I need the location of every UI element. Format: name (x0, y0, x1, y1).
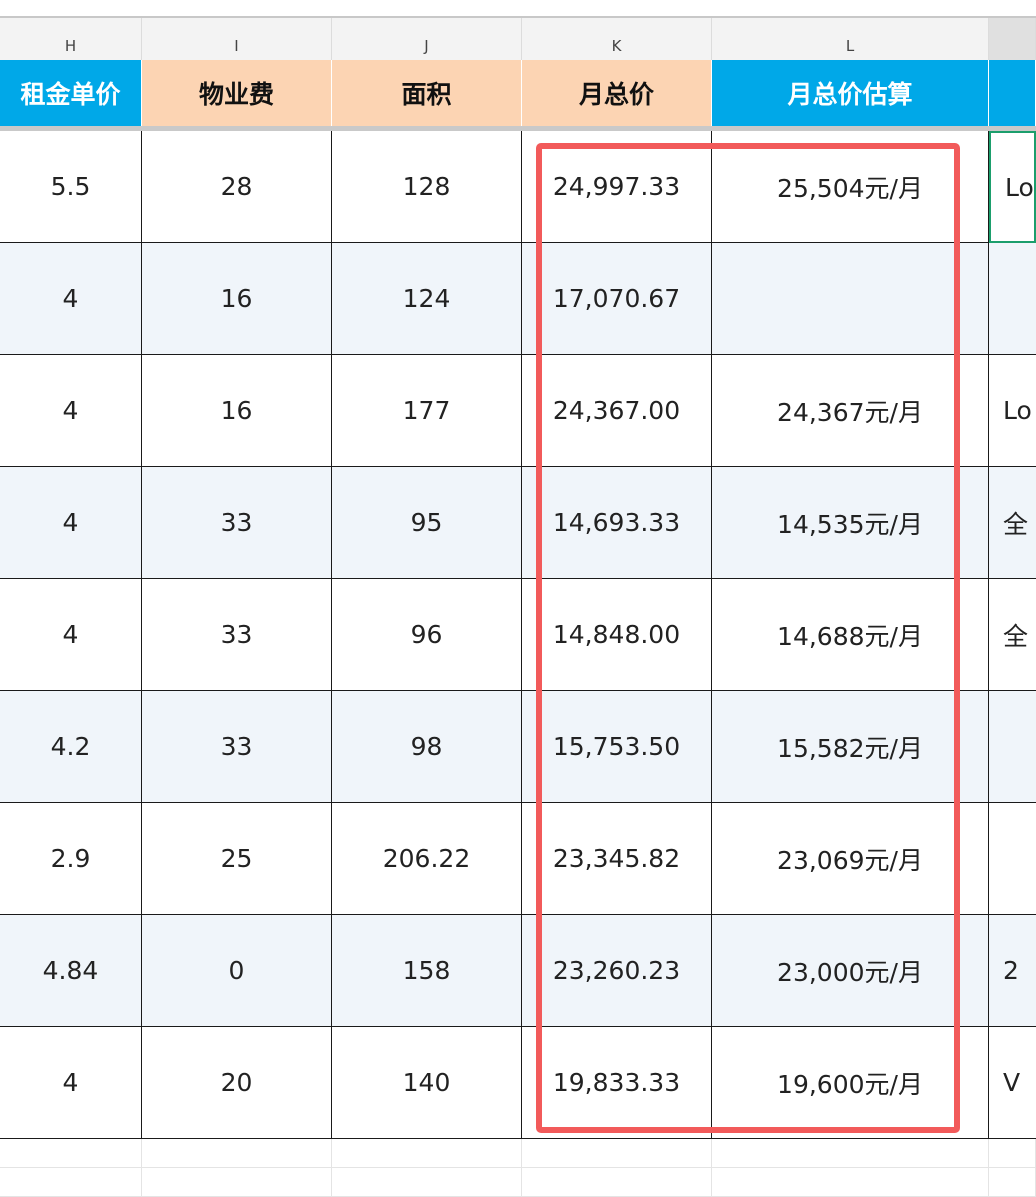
column-header-l[interactable]: L (712, 18, 989, 60)
cell-h-row5[interactable]: 4 (0, 579, 142, 691)
cell-h-row4[interactable]: 4 (0, 467, 142, 579)
cell-l-row7[interactable]: 23,069元/月 (712, 803, 989, 915)
cell-k-row4[interactable]: 14,693.33 (522, 467, 712, 579)
cell-m-row2[interactable] (989, 243, 1036, 355)
cell-k-row8[interactable]: 23,260.23 (522, 915, 712, 1027)
cell-h-row7[interactable]: 2.9 (0, 803, 142, 915)
cell-m-row8[interactable]: 2 (989, 915, 1036, 1027)
header-cell-m[interactable] (989, 60, 1036, 126)
cell-m-row9[interactable]: V (989, 1027, 1036, 1139)
header-cell-l[interactable]: 月总价估算 (712, 60, 989, 126)
cell-i-row9[interactable]: 20 (142, 1027, 332, 1139)
cell-k-row7[interactable]: 23,345.82 (522, 803, 712, 915)
empty-cell[interactable] (142, 1139, 332, 1168)
cell-m-row7[interactable] (989, 803, 1036, 915)
column-header-j[interactable]: J (332, 18, 522, 60)
cell-j-row1[interactable]: 128 (332, 131, 522, 243)
header-cell-j[interactable]: 面积 (332, 60, 522, 126)
cell-m-row3[interactable]: Lo (989, 355, 1036, 467)
cell-h-row9[interactable]: 4 (0, 1027, 142, 1139)
empty-cell[interactable] (989, 1139, 1036, 1168)
cell-i-row4[interactable]: 33 (142, 467, 332, 579)
cell-k-row9[interactable]: 19,833.33 (522, 1027, 712, 1139)
cell-m-row4[interactable]: 全 (989, 467, 1036, 579)
cell-k-row3[interactable]: 24,367.00 (522, 355, 712, 467)
column-header-i[interactable]: I (142, 18, 332, 60)
cell-i-row5[interactable]: 33 (142, 579, 332, 691)
cell-h-row1[interactable]: 5.5 (0, 131, 142, 243)
cell-k-row5[interactable]: 14,848.00 (522, 579, 712, 691)
cell-i-row1[interactable]: 28 (142, 131, 332, 243)
cell-m-row6[interactable] (989, 691, 1036, 803)
cell-l-row2[interactable] (712, 243, 989, 355)
cell-h-row6[interactable]: 4.2 (0, 691, 142, 803)
column-header-m[interactable] (989, 18, 1036, 60)
header-cell-h[interactable]: 租金单价 (0, 60, 142, 126)
cell-h-row8[interactable]: 4.84 (0, 915, 142, 1027)
cell-j-row4[interactable]: 95 (332, 467, 522, 579)
empty-cell[interactable] (0, 1168, 142, 1197)
cell-k-row2[interactable]: 17,070.67 (522, 243, 712, 355)
empty-cell[interactable] (522, 1139, 712, 1168)
cell-j-row6[interactable]: 98 (332, 691, 522, 803)
cell-l-row9[interactable]: 19,600元/月 (712, 1027, 989, 1139)
cell-h-row2[interactable]: 4 (0, 243, 142, 355)
cell-j-row9[interactable]: 140 (332, 1027, 522, 1139)
cell-j-row2[interactable]: 124 (332, 243, 522, 355)
cell-i-row6[interactable]: 33 (142, 691, 332, 803)
header-cell-k[interactable]: 月总价 (522, 60, 712, 126)
cell-i-row8[interactable]: 0 (142, 915, 332, 1027)
empty-cell[interactable] (989, 1168, 1036, 1197)
cell-i-row2[interactable]: 16 (142, 243, 332, 355)
empty-cell[interactable] (712, 1139, 989, 1168)
cell-k-row6[interactable]: 15,753.50 (522, 691, 712, 803)
cell-l-row4[interactable]: 14,535元/月 (712, 467, 989, 579)
cell-j-row3[interactable]: 177 (332, 355, 522, 467)
cell-k-row1[interactable]: 24,997.33 (522, 131, 712, 243)
column-header-h[interactable]: H (0, 18, 142, 60)
header-cell-i[interactable]: 物业费 (142, 60, 332, 126)
cell-j-row7[interactable]: 206.22 (332, 803, 522, 915)
empty-cell[interactable] (332, 1168, 522, 1197)
empty-cell[interactable] (142, 1168, 332, 1197)
column-header-k[interactable]: K (522, 18, 712, 60)
cell-m-row1[interactable]: Log (989, 131, 1036, 243)
cell-l-row1[interactable]: 25,504元/月 (712, 131, 989, 243)
cell-l-row8[interactable]: 23,000元/月 (712, 915, 989, 1027)
cell-i-row3[interactable]: 16 (142, 355, 332, 467)
cell-l-row3[interactable]: 24,367元/月 (712, 355, 989, 467)
empty-cell[interactable] (712, 1168, 989, 1197)
empty-cell[interactable] (522, 1168, 712, 1197)
empty-cell[interactable] (0, 1139, 142, 1168)
cell-l-row5[interactable]: 14,688元/月 (712, 579, 989, 691)
empty-cell[interactable] (332, 1139, 522, 1168)
cell-m-row5[interactable]: 全 (989, 579, 1036, 691)
cell-j-row8[interactable]: 158 (332, 915, 522, 1027)
cell-h-row3[interactable]: 4 (0, 355, 142, 467)
cell-j-row5[interactable]: 96 (332, 579, 522, 691)
cell-l-row6[interactable]: 15,582元/月 (712, 691, 989, 803)
spreadsheet-grid[interactable]: HIJKL 租金单价 物业费 面积 月总价 月总价估算 5.5 28 128 24,997.3… (0, 0, 1036, 1197)
cell-i-row7[interactable]: 25 (142, 803, 332, 915)
